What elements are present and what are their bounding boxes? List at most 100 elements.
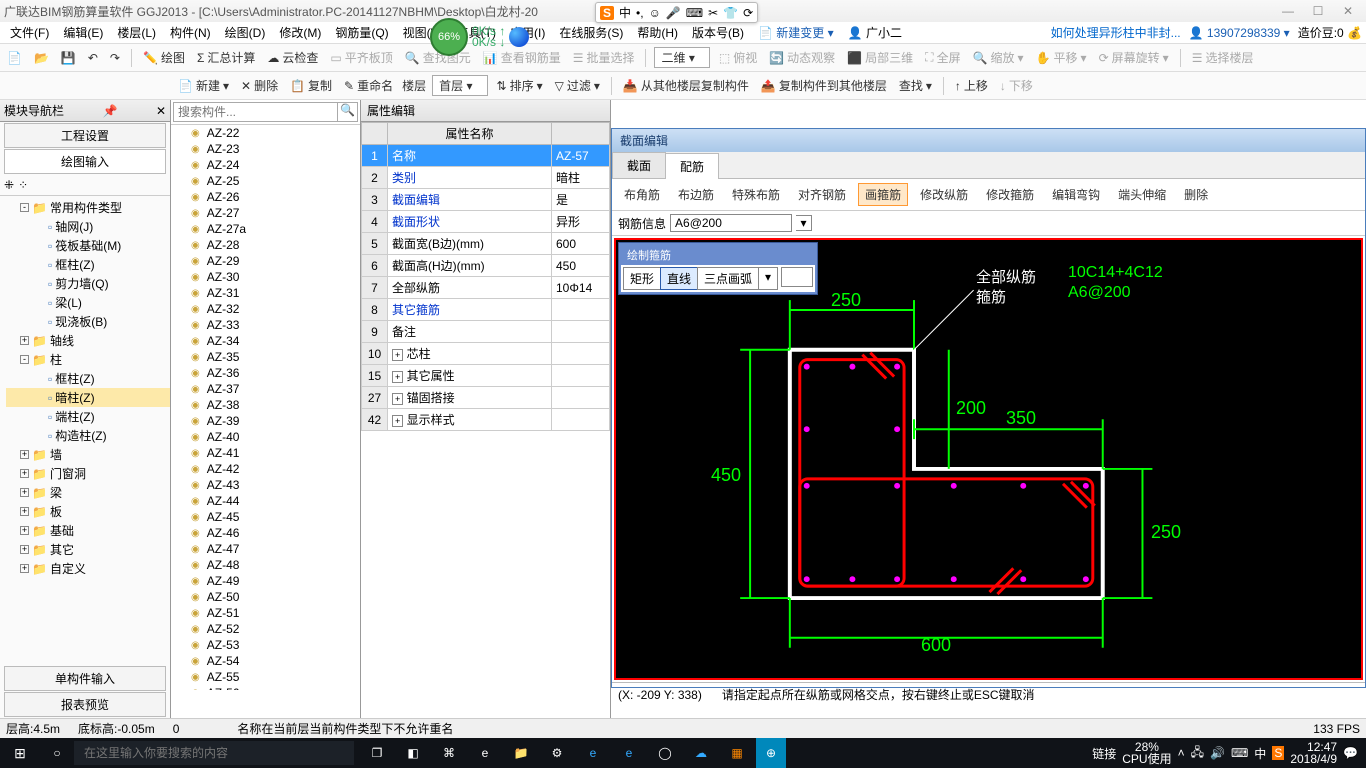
rebar-tool[interactable]: 删除 [1178,184,1214,205]
rebar-tool[interactable]: 修改纵筋 [914,184,974,205]
menu-help[interactable]: 帮助(H) [631,22,684,43]
tray-up-icon[interactable]: ˄ [1178,746,1185,760]
rebar-tool[interactable]: 端头伸缩 [1112,184,1172,205]
component-list[interactable]: AZ-22AZ-23AZ-24AZ-25AZ-26AZ-27AZ-27aAZ-2… [171,125,360,690]
list-item[interactable]: AZ-56 [171,685,360,690]
undo-button[interactable]: ↶ [85,49,101,67]
search-input[interactable] [173,102,338,122]
rebar-tool[interactable]: 画箍筋 [858,183,908,206]
fullscreen-button[interactable]: ⛶ 全屏 [922,47,963,68]
taskbar-app-4[interactable]: 📁 [504,738,538,768]
tree-node[interactable]: +📁门窗洞 [6,464,170,483]
new-change-link[interactable]: 📄 新建变更 ▾ [752,22,840,43]
tray-lang-icon[interactable]: 中 [1254,745,1266,762]
user-link[interactable]: 👤 广小二 [842,22,908,43]
select-floor-button[interactable]: ☰ 选择楼层 [1189,47,1257,68]
property-row[interactable]: 5截面宽(B边)(mm)600 [362,233,610,255]
list-item[interactable]: AZ-36 [171,365,360,381]
cad-drawing-area[interactable]: 绘制箍筋 矩形 直线 三点画弧 ▾ [614,238,1363,680]
tray-cpu[interactable]: 28%CPU使用 [1122,741,1171,765]
tree-node[interactable]: +📁自定义 [6,559,170,578]
orbit-button[interactable]: 🔄 动态观察 [766,47,838,68]
property-row[interactable]: 6截面高(H边)(mm)450 [362,255,610,277]
move-up-button[interactable]: ↑ 上移 [952,75,991,96]
tree-node[interactable]: +📁基础 [6,521,170,540]
list-item[interactable]: AZ-45 [171,509,360,525]
delete-component-button[interactable]: ✕ 删除 [238,75,281,96]
tree-node[interactable]: +📁墙 [6,445,170,464]
tree-node[interactable]: ▫框柱(Z) [6,369,170,388]
tray-network-icon[interactable]: 🖧 [1191,743,1204,764]
tray-notifications-icon[interactable]: 💬 [1343,746,1358,760]
taskbar-app-7[interactable]: ◯ [648,738,682,768]
list-item[interactable]: AZ-41 [171,445,360,461]
ime-toolbar[interactable]: S 中 •, ☺ 🎤 ⌨ ✂ 👕 ⟳ [595,2,758,23]
list-item[interactable]: AZ-37 [171,381,360,397]
new-component-button[interactable]: 📄 新建 ▾ [175,75,232,96]
tab-draw-input[interactable]: 绘图输入 [4,149,166,174]
maximize-button[interactable]: ☐ [1304,4,1332,18]
list-item[interactable]: AZ-32 [171,301,360,317]
dock-pin-icon[interactable]: 📌 [103,104,118,118]
tray-link[interactable]: 链接 [1092,745,1116,762]
find-button[interactable]: 查找 ▾ [896,75,935,96]
ime-more[interactable]: ⟳ [743,6,753,20]
minimize-button[interactable]: — [1274,4,1302,18]
copy-to-floor-button[interactable]: 📤 复制构件到其他楼层 [758,75,890,96]
list-item[interactable]: AZ-44 [171,493,360,509]
tree-node[interactable]: ▫轴网(J) [6,217,170,236]
sort-button[interactable]: ⇅ 排序 ▾ [494,75,546,96]
rebar-tool[interactable]: 布角筋 [618,184,666,205]
zoom-button[interactable]: 🔍 缩放 ▾ [970,47,1027,68]
list-item[interactable]: AZ-49 [171,573,360,589]
tray-sogou-icon[interactable]: S [1272,746,1284,760]
tree-node[interactable]: +📁梁 [6,483,170,502]
ime-skin[interactable]: 👕 [723,6,738,20]
list-item[interactable]: AZ-40 [171,429,360,445]
rebar-info-input[interactable] [670,214,792,232]
view-mode-select[interactable]: 二维 ▾ [654,47,709,68]
copy-from-floor-button[interactable]: 📥 从其他楼层复制构件 [620,75,752,96]
list-item[interactable]: AZ-26 [171,189,360,205]
taskbar-app-3[interactable]: e [468,738,502,768]
tree-expand-icon[interactable]: ⁜ [4,178,14,192]
property-row[interactable]: 27+ 锚固搭接 [362,387,610,409]
close-button[interactable]: ✕ [1334,4,1362,18]
tray-volume-icon[interactable]: 🔊 [1210,746,1225,760]
search-button[interactable]: 🔍 [338,102,358,122]
rebar-info-dropdown[interactable]: ▾ [796,215,812,231]
local-3d-button[interactable]: ⬛ 局部三维 [844,47,916,68]
taskbar-edge-icon[interactable]: e [576,738,610,768]
tree-node[interactable]: +📁板 [6,502,170,521]
list-item[interactable]: AZ-23 [171,141,360,157]
sum-button[interactable]: Σ 汇总计算 [194,47,258,68]
redo-button[interactable]: ↷ [107,49,123,67]
property-row[interactable]: 7全部纵筋10Φ14 [362,277,610,299]
rename-button[interactable]: ✎ 重命名 [341,75,396,96]
property-row[interactable]: 3截面编辑是 [362,189,610,211]
taskbar-ie-icon[interactable]: e [612,738,646,768]
list-item[interactable]: AZ-50 [171,589,360,605]
rebar-tool[interactable]: 对齐钢筋 [792,184,852,205]
tree-node[interactable]: ▫暗柱(Z) [6,388,170,407]
list-item[interactable]: AZ-27 [171,205,360,221]
menu-online[interactable]: 在线服务(S) [553,22,629,43]
cortana-icon[interactable]: ○ [40,746,74,760]
menu-edit[interactable]: 编辑(E) [57,22,109,43]
tab-project-settings[interactable]: 工程设置 [4,123,166,148]
help-tip-link[interactable]: 如何处理异形柱中非封... [1051,24,1181,41]
list-item[interactable]: AZ-54 [171,653,360,669]
taskbar-app-5[interactable]: ⚙ [540,738,574,768]
tab-single-input[interactable]: 单构件输入 [4,666,166,691]
list-item[interactable]: AZ-35 [171,349,360,365]
list-item[interactable]: AZ-25 [171,173,360,189]
tab-rebar[interactable]: 配筋 [665,153,719,179]
list-item[interactable]: AZ-33 [171,317,360,333]
copy-component-button[interactable]: 📋 复制 [287,75,335,96]
property-row[interactable]: 15+ 其它属性 [362,365,610,387]
tree-node[interactable]: ▫筏板基础(M) [6,236,170,255]
list-item[interactable]: AZ-53 [171,637,360,653]
tree-node[interactable]: -📁常用构件类型 [6,198,170,217]
property-row[interactable]: 42+ 显示样式 [362,409,610,431]
menu-rebar[interactable]: 钢筋量(Q) [329,22,394,43]
